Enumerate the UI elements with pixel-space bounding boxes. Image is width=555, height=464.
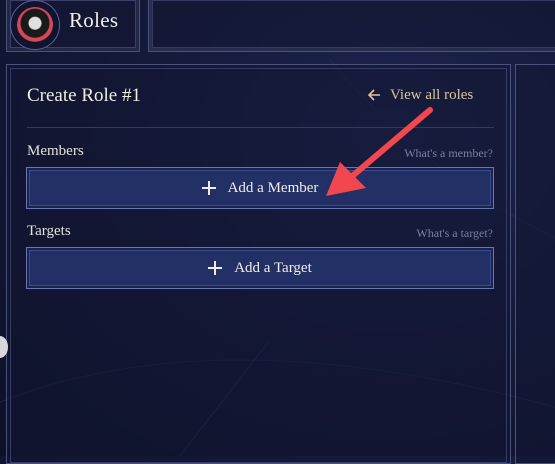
add-member-label: Add a Member <box>227 179 319 196</box>
targets-help-link[interactable]: What's a target? <box>416 226 493 241</box>
add-target-label: Add a Target <box>234 259 312 276</box>
targets-label: Targets <box>27 223 71 239</box>
add-member-button[interactable]: Add a Member <box>26 167 494 209</box>
guild-avatar-icon <box>17 7 53 43</box>
members-label: Members <box>27 143 84 159</box>
top-right-panel <box>148 0 555 52</box>
panel-title: Create Role #1 <box>27 85 141 106</box>
members-help-link[interactable]: What's a member? <box>404 146 493 161</box>
page-title: Roles <box>69 8 119 32</box>
view-all-roles-label: View all roles <box>390 86 474 103</box>
arrow-left-icon <box>367 89 380 101</box>
side-panel <box>515 64 555 464</box>
add-target-button[interactable]: Add a Target <box>26 247 494 289</box>
divider <box>27 127 494 128</box>
avatar[interactable] <box>10 0 60 50</box>
view-all-roles-link[interactable]: View all roles <box>367 85 473 105</box>
plus-icon <box>201 181 216 195</box>
plus-icon <box>208 261 223 275</box>
